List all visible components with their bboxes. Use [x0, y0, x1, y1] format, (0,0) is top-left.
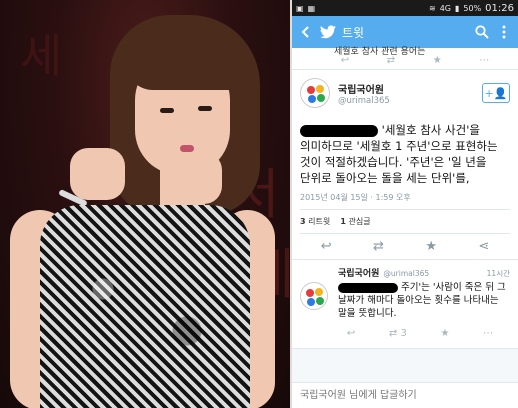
- reply-icon[interactable]: ↩: [341, 55, 349, 66]
- favorite-icon[interactable]: ★: [425, 239, 437, 254]
- retweet-icon[interactable]: ⇄: [373, 239, 384, 254]
- favorite-count[interactable]: 1: [340, 217, 346, 226]
- network-label: 4G: [439, 3, 451, 13]
- tweet-actions: ↩ ⇄ ★ ⋖: [300, 233, 510, 259]
- reply-tweet[interactable]: 국립국어원 @urimal365 11시간 주기'는 '사람이 죽은 뒤 그 날…: [292, 260, 518, 349]
- retweet-label: 리트윗: [308, 217, 331, 226]
- photo-panel: 서 게 세: [0, 0, 290, 408]
- reply-author-handle: @urimal365: [383, 269, 430, 278]
- app-title: 트윗: [342, 25, 365, 40]
- phone-screenshot: ▣ ▦ ≋ 4G ▮ 50% 01:26 트윗 세월호 참사 관련 용어는 ↩ …: [290, 0, 518, 408]
- more-icon[interactable]: [496, 24, 512, 40]
- tweet-line: 의미하므로 '세월호 1 주년'으로 표현하는: [300, 139, 498, 153]
- tweet-line: 것이 적절하겠습니다. '주년'은 '일 년을: [300, 155, 487, 169]
- avatar[interactable]: [300, 282, 328, 310]
- search-icon[interactable]: [474, 24, 490, 40]
- battery-label: 50%: [463, 3, 482, 13]
- reply-time: 11시간: [486, 269, 510, 278]
- reply-icon[interactable]: ↩: [347, 328, 355, 339]
- previous-tweet[interactable]: 세월호 참사 관련 용어는 ↩ ⇄ ★ ⋯: [292, 47, 518, 70]
- notification-icon: ▣: [296, 3, 304, 13]
- reply-icon[interactable]: ↩: [321, 239, 332, 254]
- more-icon[interactable]: ⋯: [479, 55, 489, 66]
- reply-author-name[interactable]: 국립국어원: [338, 266, 379, 279]
- author-name[interactable]: 국립국어원: [338, 81, 474, 96]
- reply-actions: ↩ ⇄ 3 ★ ⋯: [330, 324, 510, 342]
- reply-box[interactable]: [292, 382, 518, 408]
- favorite-label: 관심글: [348, 217, 371, 226]
- wifi-icon: ≋: [428, 3, 436, 13]
- tweet-body: '세월호 참사 사건'을 의미하므로 '세월호 1 주년'으로 표현하는 것이 …: [300, 122, 510, 186]
- twitter-bird-icon: [320, 24, 336, 40]
- tweet-line: 단위로 돌아오는 돌을 세는 단위'를,: [300, 171, 470, 185]
- lips-shape: [180, 145, 194, 152]
- tweet-timestamp: 2015년 04월 15일 · 1:59 오후: [300, 193, 411, 202]
- author-handle: @urimal365: [338, 95, 390, 106]
- reply-input[interactable]: [292, 383, 518, 408]
- tweet-stats: 3 리트윗 1 관심글: [300, 209, 510, 233]
- favorite-icon[interactable]: ★: [441, 328, 450, 339]
- reply-body: 주기'는 '사람이 죽은 뒤 그 날짜가 해마다 돌아오는 횟수를 나타내는 말…: [338, 281, 510, 320]
- retweet-icon[interactable]: ⇄ 3: [389, 328, 407, 339]
- retweet-count[interactable]: 3: [300, 217, 306, 226]
- tweet-line: '세월호 참사 사건'을: [381, 123, 480, 137]
- retweet-icon[interactable]: ⇄: [387, 55, 395, 66]
- fist-shape: [172, 152, 222, 204]
- share-icon[interactable]: ⋖: [478, 239, 489, 254]
- favorite-icon[interactable]: ★: [433, 55, 442, 66]
- redaction-mark: [300, 124, 378, 137]
- back-arrow-icon[interactable]: [298, 24, 314, 40]
- redaction-mark: [338, 282, 398, 293]
- main-tweet: 국립국어원 @urimal365 +👤 '세월호 참사 사건'을 의미하므로 '…: [292, 70, 518, 260]
- reply-retweet-count: 3: [400, 327, 407, 339]
- status-bar: ▣ ▦ ≋ 4G ▮ 50% 01:26: [292, 0, 518, 16]
- image-icon: ▦: [307, 3, 316, 13]
- eye-shape: [198, 106, 212, 111]
- dress-pattern: [40, 205, 250, 408]
- background-lettering: 세: [20, 29, 63, 83]
- avatar[interactable]: [300, 78, 330, 108]
- more-icon[interactable]: ⋯: [483, 328, 493, 339]
- eye-shape: [160, 108, 174, 113]
- follow-button[interactable]: +👤: [482, 83, 510, 103]
- bangs-shape: [125, 20, 245, 90]
- clock: 01:26: [485, 2, 514, 14]
- follow-icon: +👤: [484, 86, 508, 100]
- fist-shape: [70, 148, 125, 200]
- signal-icon: ▮: [454, 3, 460, 13]
